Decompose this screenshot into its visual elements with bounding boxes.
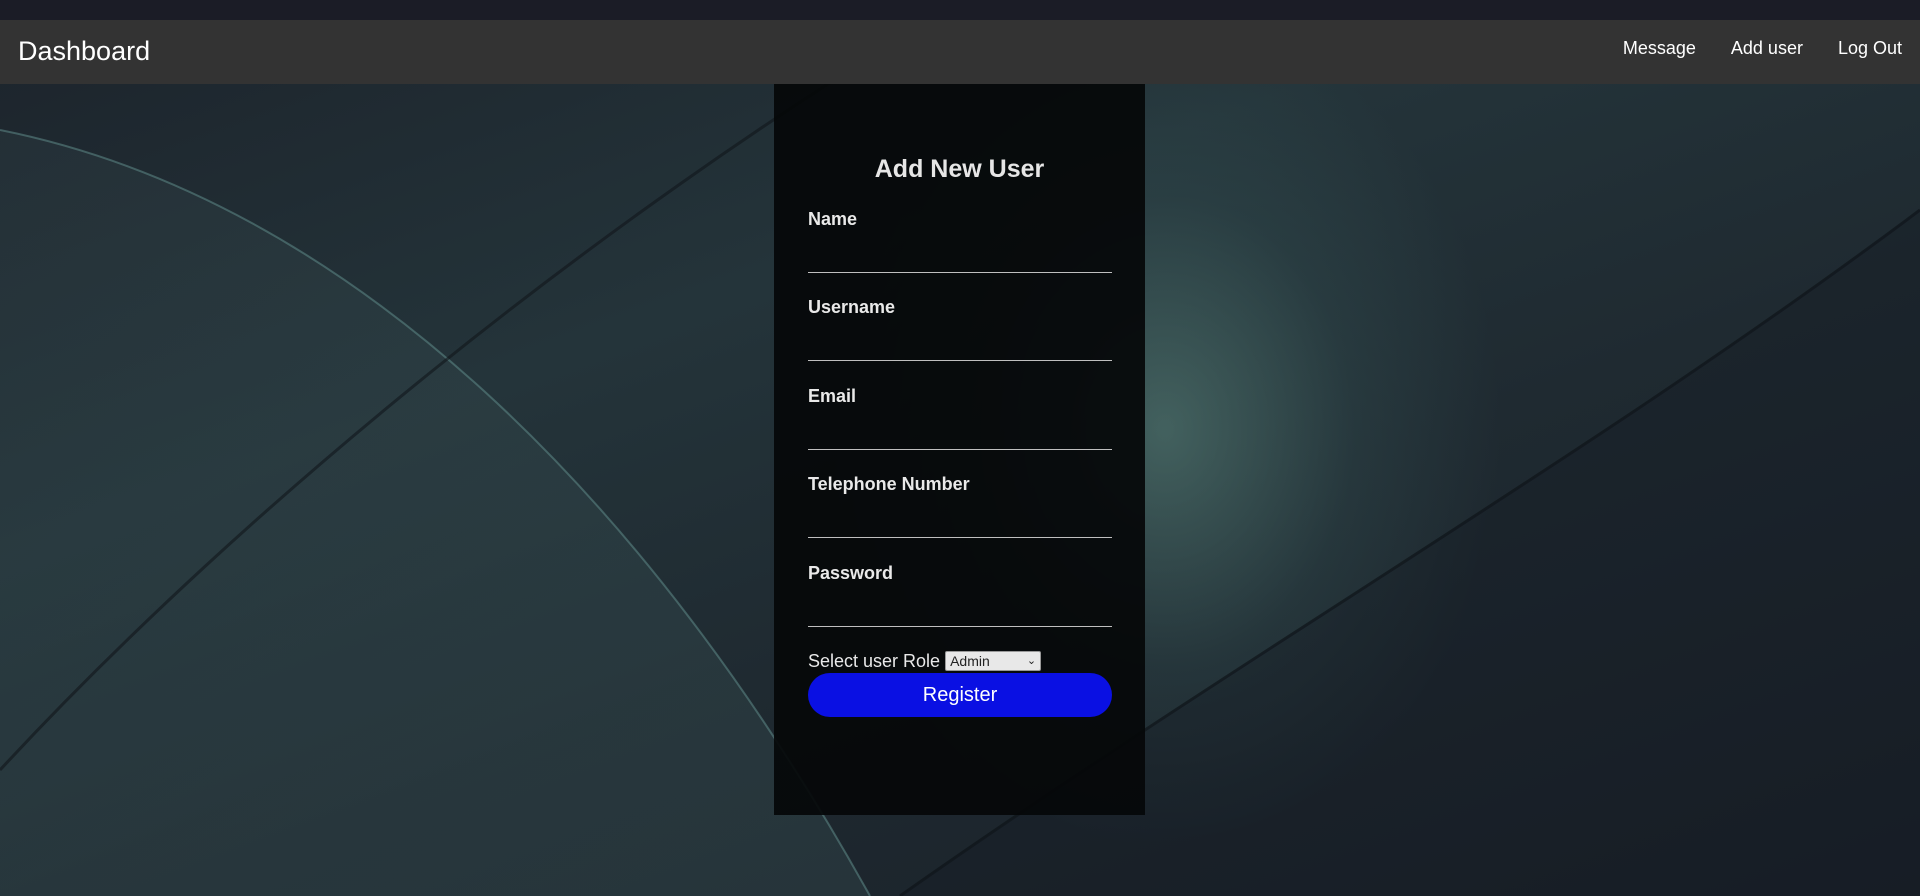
chevron-down-icon: ⌄ [1026,654,1037,667]
nav-link-log-out[interactable]: Log Out [1838,36,1902,60]
navbar: Dashboard Message Add user Log Out [0,20,1920,84]
role-select-value: Admin [950,653,990,669]
username-label: Username [808,297,896,317]
nav-links: Message Add user Log Out [1623,36,1902,60]
nav-link-message[interactable]: Message [1623,36,1696,60]
top-strip [0,0,1920,20]
add-user-form-panel: Add New User Name Username Email Telepho… [774,84,1145,815]
email-input[interactable] [808,420,1112,450]
brand-title[interactable]: Dashboard [18,34,150,68]
telephone-label: Telephone Number [808,474,970,494]
name-input[interactable] [808,243,1112,273]
role-label: Select user Role [808,651,941,671]
password-label: Password [808,563,894,583]
email-label: Email [808,386,857,406]
role-select[interactable]: Admin ⌄ [945,651,1042,671]
telephone-input[interactable] [808,508,1112,538]
form-title: Add New User [874,155,1045,183]
role-row: Select user Role Admin ⌄ [808,650,1042,672]
username-input[interactable] [808,331,1112,361]
password-input[interactable] [808,597,1112,627]
nav-link-add-user[interactable]: Add user [1731,36,1803,60]
name-label: Name [808,209,858,229]
register-button[interactable]: Register [808,673,1112,717]
